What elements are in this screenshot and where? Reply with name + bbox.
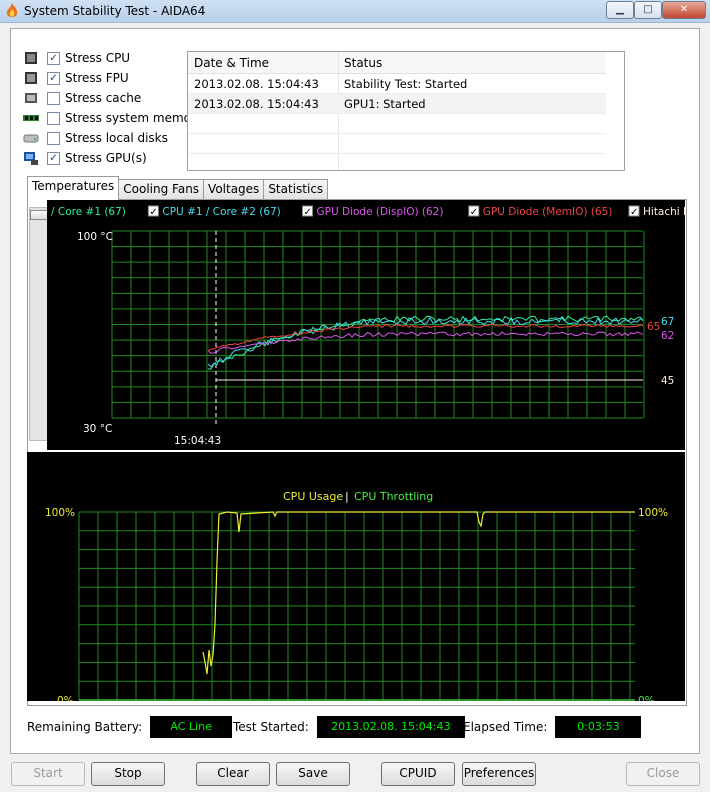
left-axis-bottom-label: 0% <box>57 695 74 701</box>
log-col-status[interactable]: Status <box>344 56 382 70</box>
log-row-empty <box>188 114 606 134</box>
stress-checkbox[interactable] <box>47 131 60 145</box>
log-row-status: Stability Test: Started <box>344 77 468 91</box>
test-started-label: Test Started: <box>233 720 309 734</box>
stress-checkbox[interactable]: ✓ <box>47 51 60 65</box>
log-row-time: 2013.02.08. 15:04:43 <box>194 97 319 111</box>
log-row-empty <box>188 134 606 154</box>
y-axis-top-label: 100 °C <box>77 231 113 243</box>
stress-option-label[interactable]: Stress local disks <box>65 131 168 145</box>
close-button[interactable]: Close <box>626 762 700 786</box>
close-icon: ✕ <box>679 4 689 15</box>
stress-option-row[interactable]: ✓ Stress GPU(s) <box>23 149 147 167</box>
test-started-status: Test Started: 2013.02.08. 15:04:43 <box>233 715 465 739</box>
cpu-icon <box>25 52 37 64</box>
test-started-value: 2013.02.08. 15:04:43 <box>316 716 465 738</box>
minimize-button[interactable]: ▁ <box>606 1 634 19</box>
cpu-usage-graph: CPU Usage | CPU Throttling 100% 0% 100% 0% <box>27 452 685 707</box>
log-col-datetime[interactable]: Date & Time <box>194 56 269 70</box>
maximize-icon: □ <box>643 4 653 15</box>
tab-voltages[interactable]: Voltages <box>203 179 265 200</box>
stress-option-row[interactable]: ✓ Stress FPU <box>23 69 129 87</box>
tab-statistics[interactable]: Statistics <box>263 179 329 200</box>
graph-tabs: Temperatures Cooling Fans Voltages Stati… <box>27 176 329 200</box>
clear-button[interactable]: Clear <box>196 762 270 786</box>
stress-option-label[interactable]: Stress cache <box>65 91 141 105</box>
legend-label: GPU Diode (DispIO) (62) <box>317 206 444 218</box>
temperature-graph: / Core #1 (67) ✓ CPU #1 / Core #2 (67) ✓ GPU… <box>47 200 710 450</box>
elapsed-time-status: Elapsed Time: 0:03:53 <box>463 715 642 739</box>
legend-check-mark: ✓ <box>470 207 478 218</box>
stress-option-label[interactable]: Stress system memory <box>65 111 203 125</box>
elapsed-time-value: 0:03:53 <box>555 716 642 738</box>
preferences-button[interactable]: Preferences <box>462 762 536 786</box>
log-row-status: GPU1: Started <box>344 97 426 111</box>
legend-check-mark: ✓ <box>304 207 312 218</box>
battery-status: Remaining Battery: AC Line <box>27 715 233 739</box>
close-window-button[interactable]: ✕ <box>662 1 706 19</box>
legend-label: / Core #1 (67) <box>51 206 126 218</box>
log-row[interactable]: 2013.02.08. 15:04:43 GPU1: Started <box>188 94 606 114</box>
cpuid-button[interactable]: CPUID <box>381 762 455 786</box>
aida64-flame-icon <box>6 3 18 17</box>
right-axis-bottom-label: 0% <box>638 695 655 701</box>
legend-label: CPU #1 / Core #2 (67) <box>162 206 280 218</box>
title-bar: System Stability Test - AIDA64 ▁ □ ✕ <box>0 0 710 23</box>
elapsed-time-label: Elapsed Time: <box>463 720 548 734</box>
cpu-throttling-title: CPU Throttling <box>354 490 433 503</box>
stop-button[interactable]: Stop <box>91 762 165 786</box>
series-gpu-memio-line <box>207 323 644 352</box>
minimize-icon: ▁ <box>616 4 624 15</box>
gpu-icon <box>24 152 38 165</box>
series-gpu-dispio-line <box>207 331 644 354</box>
cpu-usage-title: CPU Usage <box>283 490 343 503</box>
start-button[interactable]: Start <box>11 762 85 786</box>
event-log-table[interactable]: Date & Time Status 2013.02.08. 15:04:43 … <box>187 51 625 171</box>
main-panel: ✓ Stress CPU ✓ Stress FPU Stress cache Stress… <box>10 28 710 754</box>
legend-check-mark: ✓ <box>630 207 638 218</box>
cpu-usage-line <box>202 511 635 675</box>
title-separator: | <box>345 490 349 503</box>
legend-label: Hitachi HTS543232L9 <box>643 206 685 218</box>
stress-option-row[interactable]: Stress local disks <box>23 129 168 147</box>
log-header: Date & Time Status <box>188 52 606 74</box>
right-axis-top-label: 100% <box>638 507 668 519</box>
battery-label: Remaining Battery: <box>27 720 143 734</box>
cache-icon <box>25 93 37 103</box>
y-axis-bottom-label: 30 °C <box>83 423 112 435</box>
legend-check-mark: ✓ <box>149 207 157 218</box>
series-end-value: 65 <box>647 321 660 333</box>
stress-option-label[interactable]: Stress GPU(s) <box>65 151 147 165</box>
series-end-value: 62 <box>661 330 674 342</box>
stress-option-row[interactable]: Stress cache <box>23 89 141 107</box>
disk-icon <box>23 134 39 143</box>
stress-option-label[interactable]: Stress FPU <box>65 71 129 85</box>
fpu-icon <box>25 72 37 84</box>
save-button[interactable]: Save <box>276 762 350 786</box>
series-end-value: 67 <box>661 316 674 328</box>
stress-checkbox[interactable] <box>47 91 60 105</box>
tab-cooling-fans[interactable]: Cooling Fans <box>118 179 205 200</box>
log-row[interactable]: 2013.02.08. 15:04:43 Stability Test: Sta… <box>188 74 606 94</box>
legend-label: GPU Diode (MemIO) (65) <box>483 206 613 218</box>
cpu-usage-graph-svg: CPU Usage | CPU Throttling 100% 0% 100% 0% <box>45 490 668 707</box>
memory-icon <box>23 115 39 121</box>
stress-checkbox[interactable]: ✓ <box>47 151 60 165</box>
stress-checkbox[interactable]: ✓ <box>47 71 60 85</box>
stress-checkbox[interactable] <box>47 111 60 125</box>
series-end-value: 45 <box>661 375 674 387</box>
left-axis-top-label: 100% <box>45 507 75 519</box>
stress-option-label[interactable]: Stress CPU <box>65 51 130 65</box>
tab-temperatures[interactable]: Temperatures <box>27 176 120 200</box>
stress-option-row[interactable]: Stress system memory <box>23 109 203 127</box>
window-title: System Stability Test - AIDA64 <box>24 4 206 18</box>
stress-option-row[interactable]: ✓ Stress CPU <box>23 49 130 67</box>
battery-value: AC Line <box>150 716 233 738</box>
x-axis-time-label-visible: 15:04:43 <box>174 435 221 447</box>
temperature-graph-svg: / Core #1 (67) ✓ CPU #1 / Core #2 (67) ✓ GPU… <box>51 205 710 447</box>
maximize-button[interactable]: □ <box>634 1 662 19</box>
log-row-time: 2013.02.08. 15:04:43 <box>194 77 319 91</box>
